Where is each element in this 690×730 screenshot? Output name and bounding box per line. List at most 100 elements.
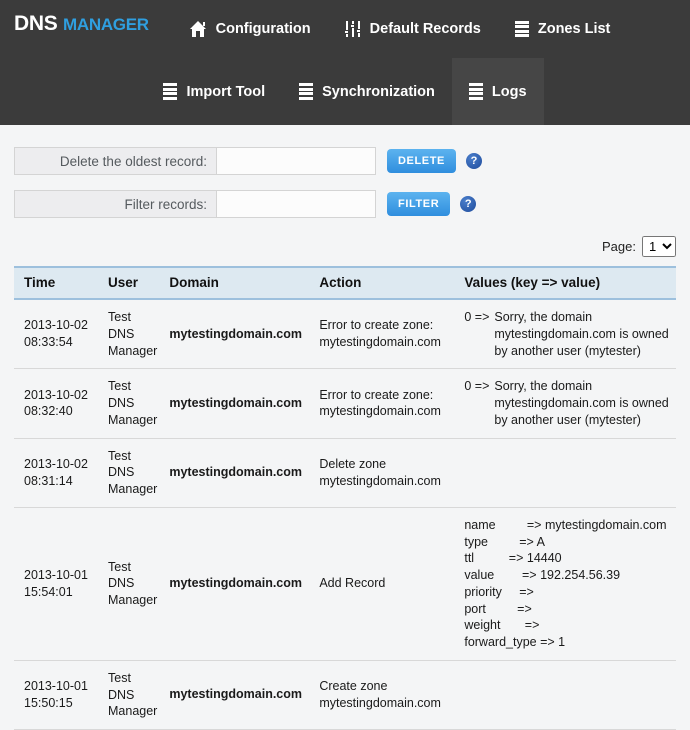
value-line: type => A [464, 534, 545, 549]
value-line: Delete zone [319, 456, 387, 471]
nav-label-zones-list: Zones List [537, 21, 611, 37]
value-line: ttl => 14440 [464, 551, 562, 566]
page-label: Page: [602, 239, 636, 254]
cell-action: Add Record [313, 507, 459, 661]
value-text: Sorry, the domain mytestingdomain.com is … [494, 379, 669, 427]
cell-domain: mytestingdomain.com [163, 507, 314, 661]
cell-domain: mytestingdomain.com [163, 368, 314, 439]
cell-values [458, 438, 676, 508]
cell-user: Test DNS Manager [102, 368, 164, 439]
nav-item-zones-list[interactable]: Zones List [498, 0, 628, 58]
value-line: Manager [108, 482, 158, 496]
value-line: Test [108, 559, 131, 574]
column-header-action: Action [313, 266, 459, 300]
nav-item-configuration[interactable]: Configuration [173, 0, 328, 58]
value-text: Sorry, the domain mytestingdomain.com is … [494, 310, 669, 358]
value-line: Test [108, 310, 131, 324]
value-line: priority => [464, 584, 534, 599]
primary-nav: Configuration Default Records Zones List [0, 0, 690, 58]
value-line: Manager [108, 412, 158, 427]
value-line: Test [108, 448, 131, 463]
nav-label-import-tool: Import Tool [186, 83, 266, 100]
value-line: port => [464, 601, 532, 616]
value-line: Manager [108, 593, 158, 608]
value-pair: 0 => Sorry, the domain mytestingdomain.com… [464, 309, 670, 359]
cell-time: 2013-10-02 08:31:14 [14, 438, 102, 508]
value-line: DNS [108, 687, 135, 702]
column-header-values: Values (key => value) [458, 266, 676, 300]
server-list-icon [163, 83, 178, 100]
filter-records-row: Filter records: FILTER ? [14, 190, 676, 218]
value-key: 0 => [464, 310, 490, 324]
nav-label-default-records: Default Records [369, 21, 481, 37]
value-key: 0 => [464, 379, 490, 394]
help-icon[interactable]: ? [460, 196, 477, 212]
value-line: DNS [108, 326, 135, 341]
nav-item-logs[interactable]: Logs [451, 58, 544, 125]
value-line: 08:33:54 [24, 335, 73, 350]
value-line: Error to create zone: [319, 318, 434, 333]
nav-item-default-records[interactable]: Default Records [328, 0, 498, 58]
sliders-icon [344, 21, 362, 37]
filter-button[interactable]: FILTER [387, 192, 451, 216]
nav-label-logs: Logs [491, 83, 527, 100]
value-line: mytestingdomain.com [319, 335, 441, 350]
value-line: DNS [108, 396, 135, 410]
value-line: 15:54:01 [24, 584, 73, 599]
delete-button[interactable]: DELETE [387, 149, 456, 173]
value-line: name => mytestingdomain.com [464, 517, 667, 532]
delete-oldest-record-row: Delete the oldest record: DELETE ? [14, 147, 676, 175]
page-select[interactable]: 1 [642, 236, 676, 257]
help-icon[interactable]: ? [466, 153, 482, 169]
value-line: 2013-10-01 [24, 679, 88, 694]
delete-oldest-record-label: Delete the oldest record: [14, 147, 216, 175]
cell-time: 2013-10-02 08:33:54 [14, 299, 102, 370]
table-row: 2013-10-02 08:32:40 Test DNS Manager mytestin… [14, 368, 676, 439]
table-row: 2013-10-01 15:54:01 Test DNS Manager mytestin… [14, 507, 676, 661]
logs-table: Time User Domain Action Values (key => v… [14, 266, 676, 730]
cell-time: 2013-10-01 15:54:01 [14, 507, 102, 661]
nav-label-synchronization: Synchronization [322, 83, 435, 100]
cell-time: 2013-10-02 08:32:40 [14, 368, 102, 439]
nav-item-synchronization[interactable]: Synchronization [282, 58, 452, 125]
value-line: Manager [108, 343, 158, 358]
value-line: Manager [108, 704, 158, 719]
table-row: 2013-10-01 15:50:15 Test DNS Manager mytestin… [14, 660, 676, 730]
cell-time: 2013-10-01 15:50:15 [14, 660, 102, 730]
value-line: 2013-10-02 [24, 318, 88, 333]
value-line: Create zone [319, 679, 388, 694]
table-header-row: Time User Domain Action Values (key => v… [14, 266, 676, 300]
cell-values: 0 => Sorry, the domain mytestingdomain.com… [458, 368, 676, 439]
cell-domain: mytestingdomain.com [163, 660, 314, 730]
value-line: 2013-10-01 [24, 568, 88, 582]
cell-user: Test DNS Manager [102, 438, 164, 508]
column-header-user: User [102, 266, 164, 300]
cell-action: Error to create zone: mytestingdomain.com [313, 299, 459, 370]
delete-oldest-record-input[interactable] [216, 147, 376, 175]
value-line: Test [108, 670, 131, 685]
secondary-nav: Import Tool Synchronization Logs [0, 58, 690, 125]
main-content: Delete the oldest record: DELETE ? Filte… [0, 147, 690, 730]
home-icon [189, 21, 207, 37]
value-line: mytestingdomain.com [319, 695, 441, 710]
nav-label-configuration: Configuration [215, 21, 311, 37]
filter-records-input[interactable] [216, 190, 376, 218]
filter-records-label: Filter records: [14, 190, 216, 218]
cell-action: Delete zone mytestingdomain.com [313, 438, 459, 508]
column-header-time: Time [14, 266, 102, 300]
cell-values: 0 => Sorry, the domain mytestingdomain.com… [458, 299, 676, 370]
value-line: DNS [108, 576, 135, 591]
cell-domain: mytestingdomain.com [163, 299, 314, 370]
value-line: mytestingdomain.com [319, 473, 441, 488]
value-line: Test [108, 379, 131, 394]
value-line: value => 192.254.56.39 [464, 568, 621, 582]
cell-values [458, 660, 676, 730]
value-pair: 0 => Sorry, the domain mytestingdomain.com… [464, 378, 670, 428]
value-line: Add Record [319, 576, 386, 591]
value-line: 08:32:40 [24, 404, 73, 419]
server-list-icon [514, 20, 529, 38]
column-header-domain: Domain [163, 266, 314, 300]
pagination: Page: 1 [14, 236, 676, 257]
nav-item-import-tool[interactable]: Import Tool [146, 58, 282, 125]
value-line: 2013-10-02 [24, 387, 88, 402]
